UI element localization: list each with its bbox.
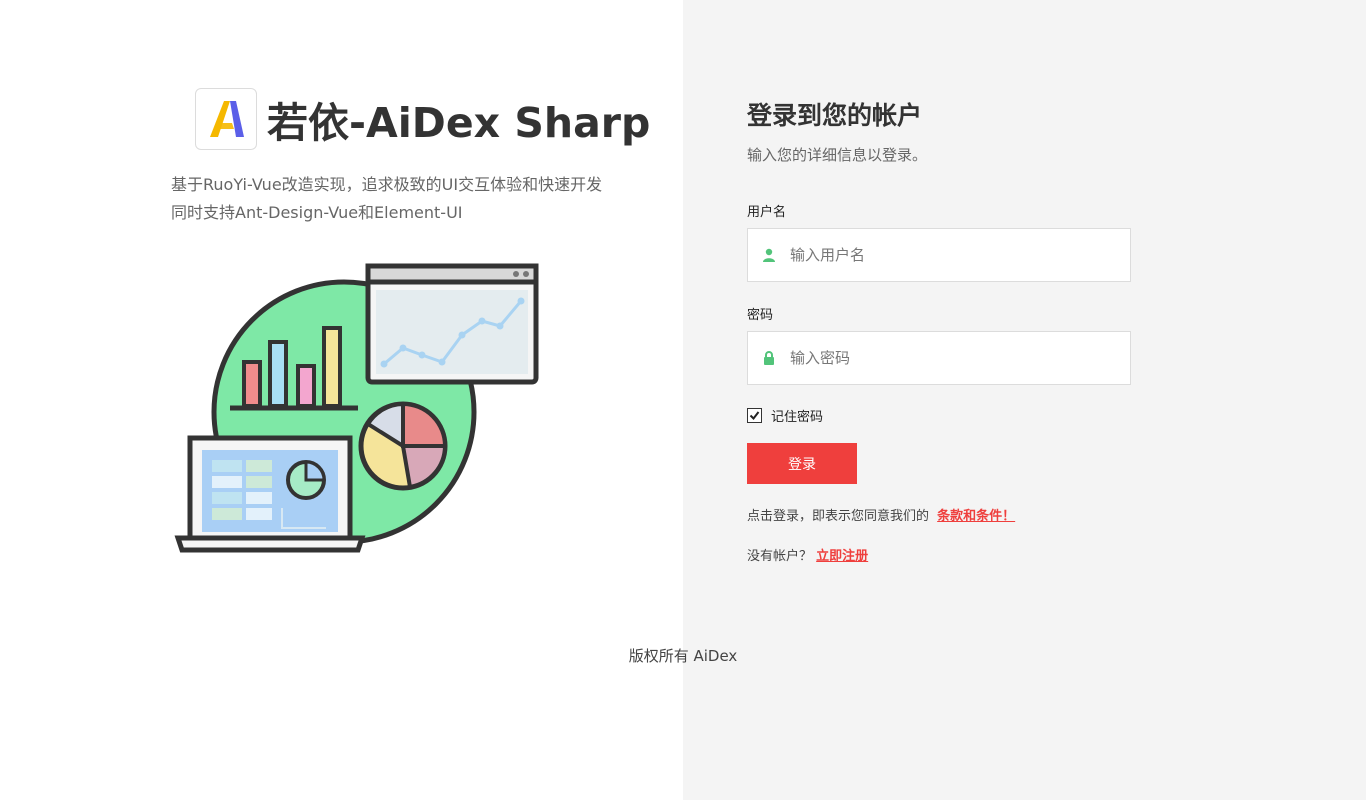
intro-line-2: 同时支持Ant-Design-Vue和Element-UI (171, 203, 463, 222)
password-label: 密码 (747, 308, 774, 323)
login-button[interactable]: 登录 (747, 443, 857, 484)
username-input[interactable] (790, 229, 1130, 281)
password-field[interactable] (747, 331, 1131, 385)
lock-icon (748, 351, 790, 365)
no-account-text: 没有帐户？ (747, 549, 813, 564)
terms-text: 点击登录，即表示您同意我们的 (747, 509, 930, 524)
brand-intro: 基于RuoYi-Vue改造实现，追求极致的UI交互体验和快速开发 同时支持Ant… (171, 171, 651, 227)
terms-notice: 点击登录，即表示您同意我们的 条款和条件！ (747, 505, 1015, 524)
user-icon (748, 248, 790, 262)
login-title: 登录到您的帐户 (747, 101, 923, 130)
brand-title: 若依-AiDex Sharp (267, 99, 651, 147)
password-input[interactable] (790, 332, 1130, 384)
remember-label: 记住密码 (771, 410, 824, 425)
aidex-logo-icon (195, 88, 257, 150)
remember-checkbox[interactable] (747, 408, 762, 423)
username-field[interactable] (747, 228, 1131, 282)
username-label: 用户名 (747, 205, 787, 220)
brand-header: 若依-AiDex Sharp (195, 88, 650, 150)
copyright-footer: 版权所有 AiDex (628, 647, 738, 665)
register-link[interactable]: 立即注册 (816, 549, 868, 564)
intro-line-1: 基于RuoYi-Vue改造实现，追求极致的UI交互体验和快速开发 (171, 175, 603, 194)
signup-prompt: 没有帐户？ 立即注册 (747, 545, 868, 564)
remember-password[interactable]: 记住密码 (747, 406, 823, 425)
login-form: 登录到您的帐户 输入您的详细信息以登录。 用户名 密码 记住密码 登录 (747, 96, 1131, 564)
login-subtitle: 输入您的详细信息以登录。 (747, 146, 928, 164)
left-panel: 若依-AiDex Sharp 基于RuoYi-Vue改造实现，追求极致的UI交互… (0, 0, 683, 800)
terms-link[interactable]: 条款和条件！ (937, 509, 1015, 524)
dashboard-analytics-illustration (170, 258, 542, 563)
